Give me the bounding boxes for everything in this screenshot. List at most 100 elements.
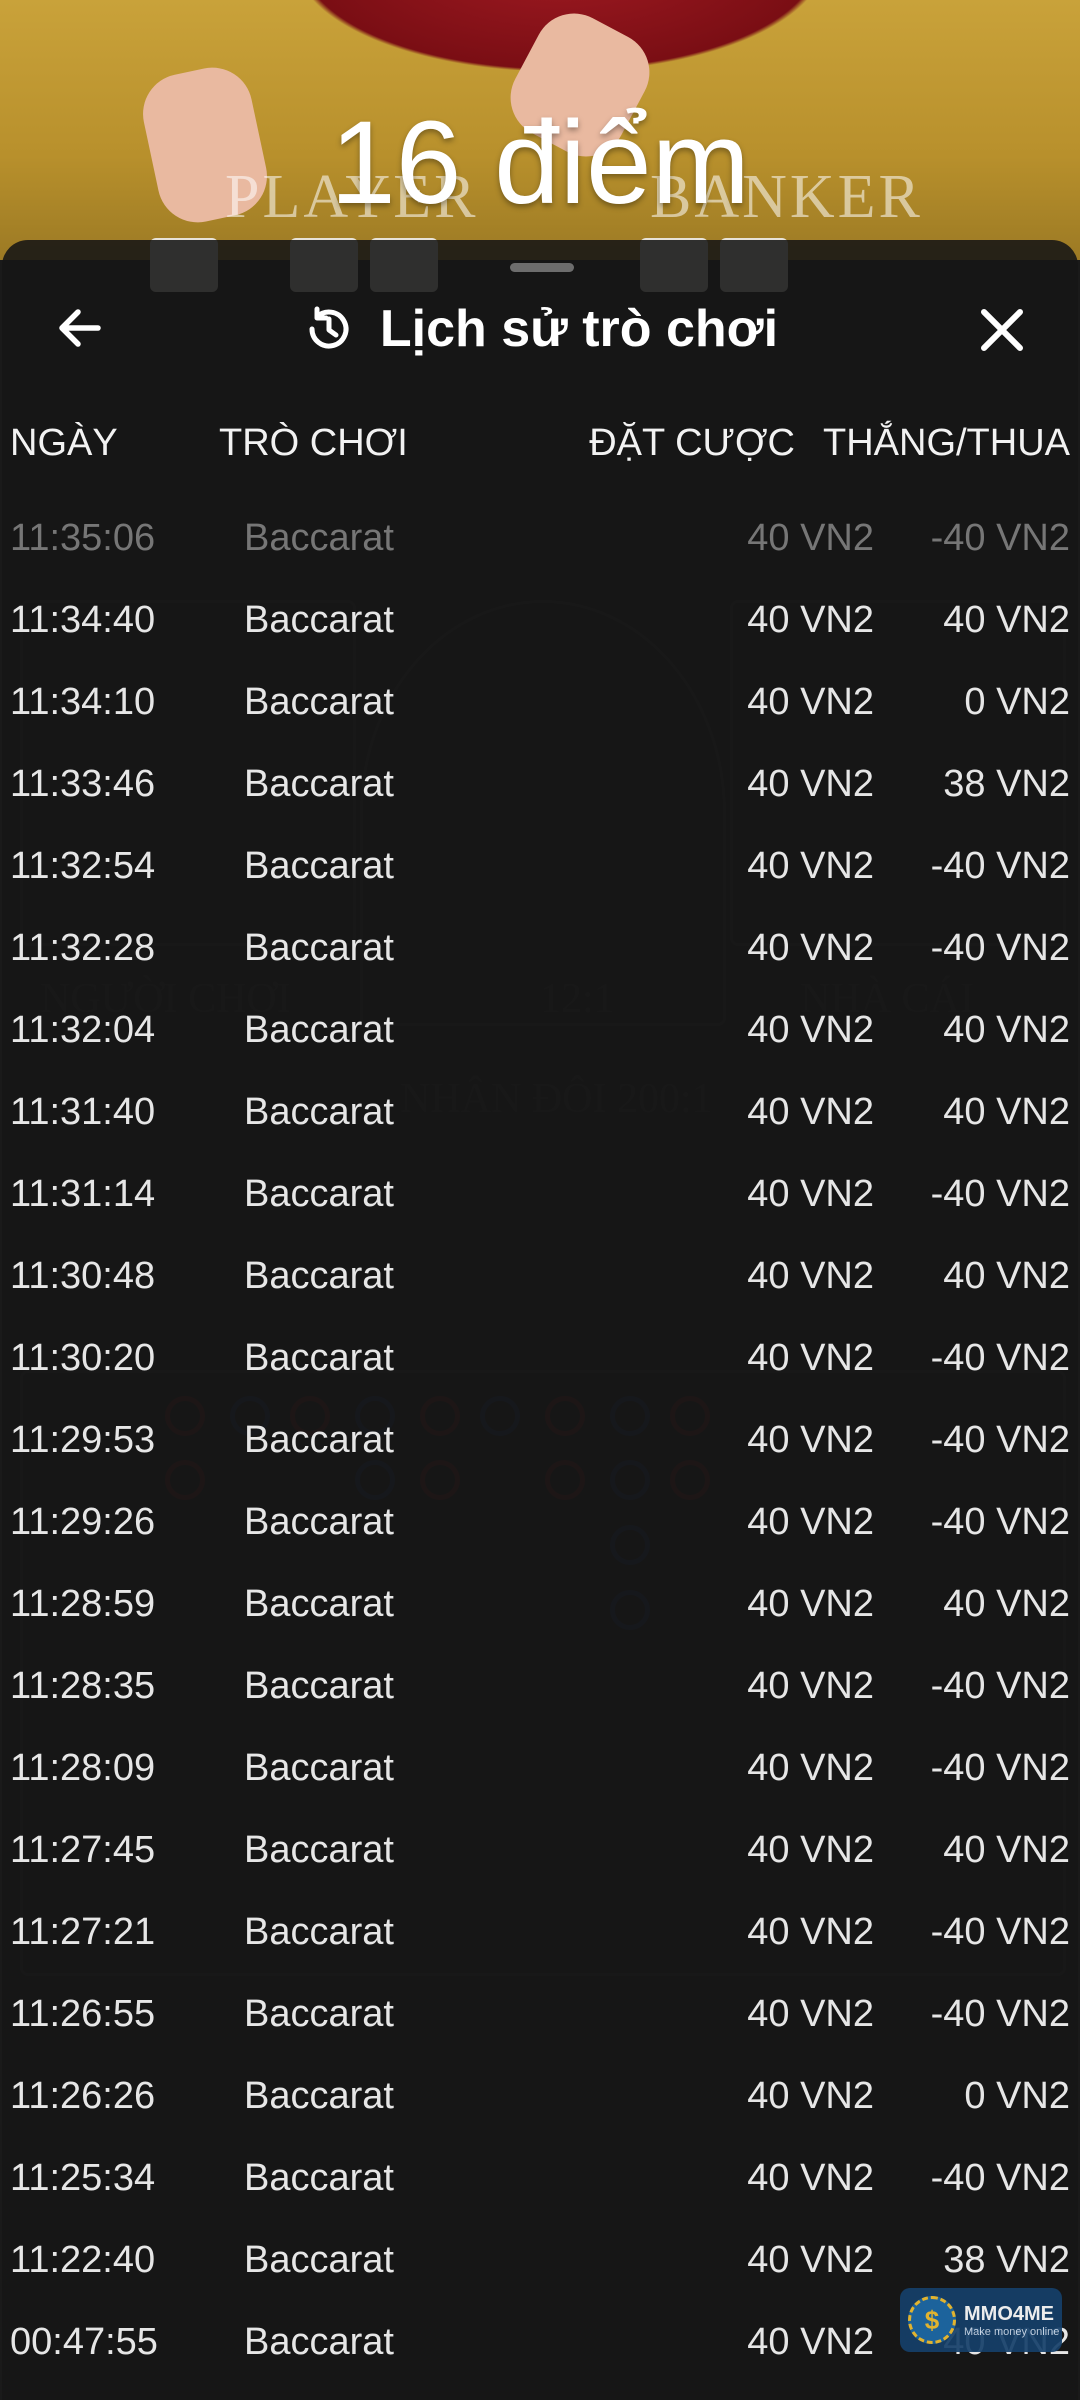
history-row[interactable]: 11:28:09 Baccarat 40 VN2 -40 VN2 — [0, 1727, 1080, 1809]
history-row[interactable]: 11:28:59 Baccarat 40 VN2 40 VN2 — [0, 1563, 1080, 1645]
row-bet: 40 VN2 — [747, 2157, 874, 2199]
history-row[interactable]: 11:32:28 Baccarat 40 VN2 -40 VN2 — [0, 907, 1080, 989]
row-game: Baccarat — [244, 927, 394, 969]
row-time: 11:30:20 — [10, 1337, 156, 1379]
row-game: Baccarat — [244, 763, 394, 805]
history-row[interactable]: 11:27:21 Baccarat 40 VN2 -40 VN2 — [0, 1891, 1080, 1973]
history-row[interactable]: 11:31:14 Baccarat 40 VN2 -40 VN2 — [0, 1153, 1080, 1235]
row-time: 11:29:53 — [10, 1419, 156, 1461]
row-result: -40 VN2 — [930, 1419, 1070, 1461]
row-bet: 40 VN2 — [747, 1173, 874, 1215]
row-time: 11:31:40 — [10, 1091, 156, 1133]
row-result: -40 VN2 — [930, 1665, 1070, 1707]
row-time: 11:31:14 — [10, 1173, 156, 1215]
history-row[interactable]: 11:29:53 Baccarat 40 VN2 -40 VN2 — [0, 1399, 1080, 1481]
row-time: 11:27:45 — [10, 1829, 156, 1871]
row-bet: 40 VN2 — [747, 1993, 874, 2035]
row-bet: 40 VN2 — [747, 1911, 874, 1953]
row-time: 11:26:55 — [10, 1993, 156, 2035]
row-bet: 40 VN2 — [747, 517, 874, 559]
sheet-drag-handle[interactable] — [510, 263, 574, 272]
history-row[interactable]: 11:26:26 Baccarat 40 VN2 0 VN2 — [0, 2055, 1080, 2137]
row-bet: 40 VN2 — [747, 763, 874, 805]
history-row[interactable]: 11:28:35 Baccarat 40 VN2 -40 VN2 — [0, 1645, 1080, 1727]
history-list[interactable]: 11:35:06 Baccarat 40 VN2 -40 VN2 11:34:40 Ba… — [0, 497, 1080, 2383]
row-game: Baccarat — [244, 1419, 394, 1461]
row-bet: 40 VN2 — [747, 599, 874, 641]
row-game: Baccarat — [244, 1747, 394, 1789]
row-bet: 40 VN2 — [747, 1009, 874, 1051]
mmo4me-watermark: $ MMO4ME Make money online — [900, 2288, 1062, 2352]
row-game: Baccarat — [244, 1501, 394, 1543]
row-bet: 40 VN2 — [747, 1091, 874, 1133]
row-time: 11:25:34 — [10, 2157, 156, 2199]
history-row[interactable]: 11:30:48 Baccarat 40 VN2 40 VN2 — [0, 1235, 1080, 1317]
row-result: -40 VN2 — [930, 927, 1070, 969]
history-row[interactable]: 11:34:40 Baccarat 40 VN2 40 VN2 — [0, 579, 1080, 661]
row-game: Baccarat — [244, 517, 394, 559]
row-time: 11:28:59 — [10, 1583, 156, 1625]
row-result: 0 VN2 — [964, 681, 1070, 723]
history-row[interactable]: 11:35:06 Baccarat 40 VN2 -40 VN2 — [0, 497, 1080, 579]
row-time: 11:32:04 — [10, 1009, 156, 1051]
history-row[interactable]: 11:27:45 Baccarat 40 VN2 40 VN2 — [0, 1809, 1080, 1891]
row-game: Baccarat — [244, 1829, 394, 1871]
row-result: 40 VN2 — [943, 1583, 1070, 1625]
row-time: 11:29:26 — [10, 1501, 156, 1543]
column-header-date: NGÀY — [10, 422, 118, 464]
row-bet: 40 VN2 — [747, 2239, 874, 2281]
history-row[interactable]: 11:32:54 Baccarat 40 VN2 -40 VN2 — [0, 825, 1080, 907]
watermark-text: MMO4ME Make money online — [964, 2303, 1059, 2338]
close-button[interactable] — [970, 298, 1034, 362]
column-header-game: TRÒ CHƠI — [219, 422, 408, 464]
history-row[interactable]: 11:30:20 Baccarat 40 VN2 -40 VN2 — [0, 1317, 1080, 1399]
hand-score-overlay: 16 điểm — [330, 97, 750, 229]
column-header-bet: ĐẶT CƯỢC — [589, 422, 795, 464]
row-game: Baccarat — [244, 1255, 394, 1297]
history-row[interactable]: 11:34:10 Baccarat 40 VN2 0 VN2 — [0, 661, 1080, 743]
row-time: 11:34:40 — [10, 599, 156, 641]
row-result: -40 VN2 — [930, 1173, 1070, 1215]
row-bet: 40 VN2 — [747, 1829, 874, 1871]
row-game: Baccarat — [244, 845, 394, 887]
row-game: Baccarat — [244, 1009, 394, 1051]
row-result: 40 VN2 — [943, 1009, 1070, 1051]
row-game: Baccarat — [244, 2239, 394, 2281]
row-bet: 40 VN2 — [747, 1255, 874, 1297]
row-time: 11:33:46 — [10, 763, 156, 805]
history-row[interactable]: 11:32:04 Baccarat 40 VN2 40 VN2 — [0, 989, 1080, 1071]
history-row[interactable]: 11:33:46 Baccarat 40 VN2 38 VN2 — [0, 743, 1080, 825]
row-bet: 40 VN2 — [747, 2075, 874, 2117]
history-row[interactable]: 11:31:40 Baccarat 40 VN2 40 VN2 — [0, 1071, 1080, 1153]
row-game: Baccarat — [244, 1583, 394, 1625]
row-game: Baccarat — [244, 1665, 394, 1707]
row-result: 40 VN2 — [943, 1829, 1070, 1871]
sheet-header: Lịch sử trò chơi — [0, 296, 1080, 362]
row-time: 11:35:06 — [10, 517, 156, 559]
row-bet: 40 VN2 — [747, 1747, 874, 1789]
row-game: Baccarat — [244, 2157, 394, 2199]
close-icon — [981, 309, 1023, 351]
history-row[interactable]: 11:29:26 Baccarat 40 VN2 -40 VN2 — [0, 1481, 1080, 1563]
row-time: 11:32:54 — [10, 845, 156, 887]
row-bet: 40 VN2 — [747, 1501, 874, 1543]
page-title: Lịch sử trò chơi — [379, 300, 779, 358]
row-result: -40 VN2 — [930, 845, 1070, 887]
row-game: Baccarat — [244, 681, 394, 723]
row-bet: 40 VN2 — [747, 1337, 874, 1379]
history-row[interactable]: 11:25:34 Baccarat 40 VN2 -40 VN2 — [0, 2137, 1080, 2219]
row-game: Baccarat — [244, 599, 394, 641]
row-result: 40 VN2 — [943, 1255, 1070, 1297]
row-result: -40 VN2 — [930, 1501, 1070, 1543]
row-time: 11:27:21 — [10, 1911, 156, 1953]
row-bet: 40 VN2 — [747, 2321, 874, 2363]
row-time: 11:32:28 — [10, 927, 156, 969]
row-result: -40 VN2 — [930, 1993, 1070, 2035]
history-row[interactable]: 11:26:55 Baccarat 40 VN2 -40 VN2 — [0, 1973, 1080, 2055]
row-game: Baccarat — [244, 1173, 394, 1215]
row-time: 11:22:40 — [10, 2239, 156, 2281]
row-bet: 40 VN2 — [747, 845, 874, 887]
row-result: -40 VN2 — [930, 1337, 1070, 1379]
row-time: 11:28:35 — [10, 1665, 156, 1707]
row-game: Baccarat — [244, 1091, 394, 1133]
